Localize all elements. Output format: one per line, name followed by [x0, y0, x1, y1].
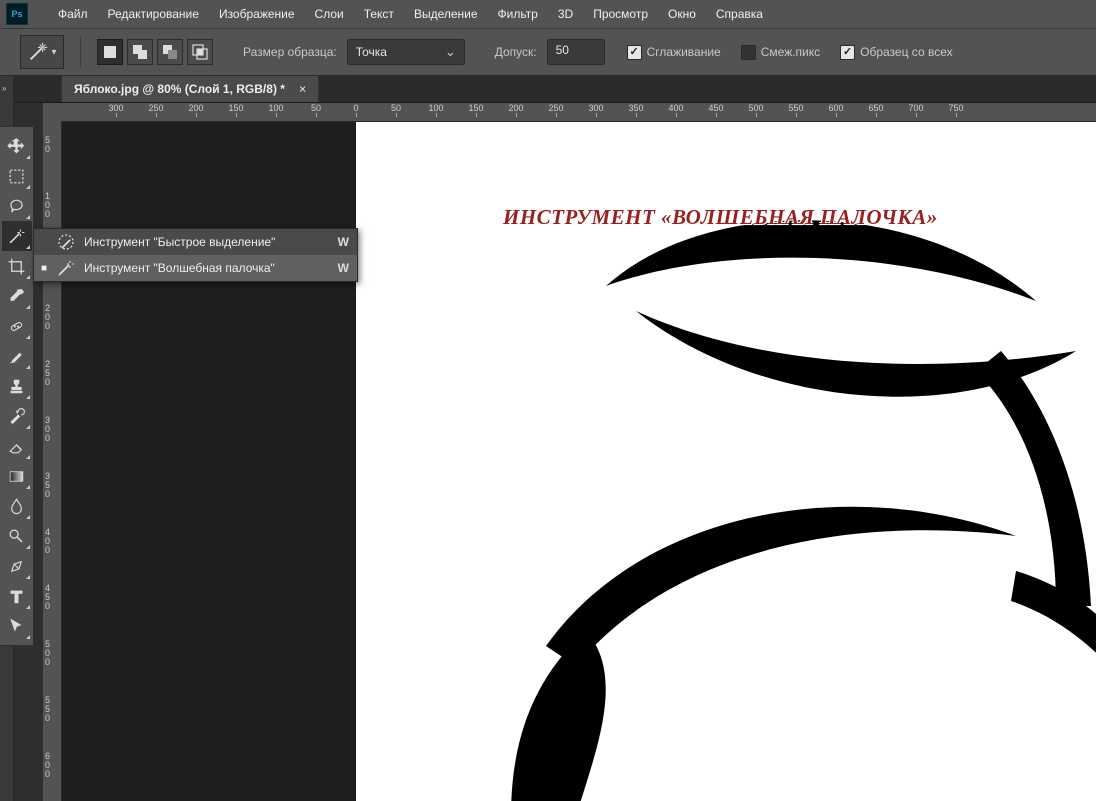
brush-icon [7, 347, 26, 366]
apple-artwork [456, 176, 1096, 801]
type-icon [7, 587, 26, 606]
collapse-handle-icon[interactable]: » [2, 84, 6, 93]
sample-all-layers-checkbox[interactable] [840, 45, 855, 60]
document-tab[interactable]: Яблоко.jpg @ 80% (Слой 1, RGB/8) * × [61, 76, 319, 102]
menu-bar: Ps Файл Редактирование Изображение Слои … [0, 0, 1096, 28]
magic-wand-tool-button[interactable] [2, 221, 32, 251]
selection-new-icon [101, 43, 119, 61]
tool-strip [0, 126, 34, 646]
flyout-item-shortcut: W [338, 235, 349, 249]
flyout-item-magic-wand[interactable]: ■ Инструмент "Волшебная палочка" W [34, 255, 357, 281]
pen-tool-button[interactable] [2, 551, 32, 581]
gradient-icon [7, 467, 26, 486]
eyedropper-tool-button[interactable] [2, 281, 32, 311]
document-area: Яблоко.jpg @ 80% (Слой 1, RGB/8) * × 300… [13, 76, 1096, 801]
contiguous-label: Смеж.пикс [761, 45, 820, 59]
sample-size-label: Размер образца: [243, 45, 337, 59]
app-logo-icon: Ps [6, 3, 28, 25]
dodge-icon [7, 527, 26, 546]
menu-3d[interactable]: 3D [548, 2, 583, 26]
antialias-checkbox[interactable] [627, 45, 642, 60]
flyout-item-label: Инструмент "Быстрое выделение" [84, 235, 330, 249]
sample-size-value: Точка [356, 45, 387, 59]
annotation-label: ИНСТРУМЕНТ «ВОЛШЕБНАЯ ПАЛОЧКА» [503, 205, 938, 230]
contiguous-checkbox[interactable] [741, 45, 756, 60]
path-select-icon [7, 617, 26, 636]
history-brush-tool-button[interactable] [2, 401, 32, 431]
dodge-tool-button[interactable] [2, 521, 32, 551]
pen-icon [7, 557, 26, 576]
option-divider [80, 37, 81, 67]
stamp-tool-button[interactable] [2, 371, 32, 401]
vertical-ruler[interactable]: 50100150200250300350400450500550600650 [43, 121, 62, 801]
menu-type[interactable]: Текст [354, 2, 404, 26]
menu-window[interactable]: Окно [658, 2, 706, 26]
magic-wand-icon [7, 227, 26, 246]
selection-mode-group [97, 39, 217, 65]
menu-help[interactable]: Справка [706, 2, 773, 26]
current-tool-indicator[interactable]: ▾ [20, 35, 64, 69]
marquee-tool-button[interactable] [2, 161, 32, 191]
eraser-tool-button[interactable] [2, 431, 32, 461]
crop-tool-button[interactable] [2, 251, 32, 281]
flyout-active-marker: ■ [40, 263, 48, 274]
crop-icon [7, 257, 26, 276]
selection-intersect-button[interactable] [187, 39, 213, 65]
selection-intersect-icon [191, 43, 209, 61]
stamp-icon [7, 377, 26, 396]
menu-items: Файл Редактирование Изображение Слои Тек… [48, 2, 773, 26]
tool-options-bar: ▾ Размер образца: Точка ⌄ Допуск: 50 Сгл… [0, 28, 1096, 76]
eraser-icon [7, 437, 26, 456]
document-tab-label: Яблоко.jpg @ 80% (Слой 1, RGB/8) * [74, 82, 285, 96]
blur-icon [7, 497, 26, 516]
ruler-corner [43, 103, 61, 121]
menu-image[interactable]: Изображение [209, 2, 305, 26]
quick-select-icon [56, 232, 76, 252]
type-tool-button[interactable] [2, 581, 32, 611]
eyedropper-icon [7, 287, 26, 306]
lasso-tool-button[interactable] [2, 191, 32, 221]
selection-add-icon [131, 43, 149, 61]
move-icon [7, 137, 26, 156]
document-tabbar: Яблоко.jpg @ 80% (Слой 1, RGB/8) * × [13, 76, 1096, 103]
menu-filter[interactable]: Фильтр [488, 2, 548, 26]
selection-add-button[interactable] [127, 39, 153, 65]
menu-edit[interactable]: Редактирование [98, 2, 209, 26]
selection-subtract-icon [161, 43, 179, 61]
flyout-item-label: Инструмент "Волшебная палочка" [84, 261, 330, 275]
tolerance-value: 50 [556, 43, 569, 57]
magic-wand-icon [27, 41, 49, 63]
selection-subtract-button[interactable] [157, 39, 183, 65]
antialias-label: Сглаживание [647, 45, 721, 59]
selection-new-button[interactable] [97, 39, 123, 65]
sample-size-select[interactable]: Точка ⌄ [347, 39, 465, 65]
brush-tool-button[interactable] [2, 341, 32, 371]
tolerance-input[interactable]: 50 [547, 39, 605, 65]
healing-tool-button[interactable] [2, 311, 32, 341]
marquee-icon [7, 167, 26, 186]
chevron-down-icon: ⌄ [445, 44, 456, 60]
move-tool-button[interactable] [2, 131, 32, 161]
flyout-item-quick-select[interactable]: Инструмент "Быстрое выделение" W [34, 229, 357, 255]
menu-layer[interactable]: Слои [305, 2, 354, 26]
lasso-icon [7, 197, 26, 216]
magic-wand-icon [56, 258, 76, 278]
menu-file[interactable]: Файл [48, 2, 98, 26]
tool-flyout: Инструмент "Быстрое выделение" W ■ Инстр… [33, 228, 358, 282]
path-select-tool-button[interactable] [2, 611, 32, 641]
tolerance-label: Допуск: [495, 45, 537, 59]
flyout-item-shortcut: W [338, 261, 349, 275]
menu-select[interactable]: Выделение [404, 2, 488, 26]
history-brush-icon [7, 407, 26, 426]
sample-all-layers-label: Образец со всех [860, 45, 952, 59]
menu-view[interactable]: Просмотр [583, 2, 658, 26]
blur-tool-button[interactable] [2, 491, 32, 521]
healing-icon [7, 317, 26, 336]
horizontal-ruler[interactable]: 3002502001501005005010015020025030035040… [61, 103, 1096, 122]
close-icon[interactable]: × [299, 82, 306, 96]
gradient-tool-button[interactable] [2, 461, 32, 491]
